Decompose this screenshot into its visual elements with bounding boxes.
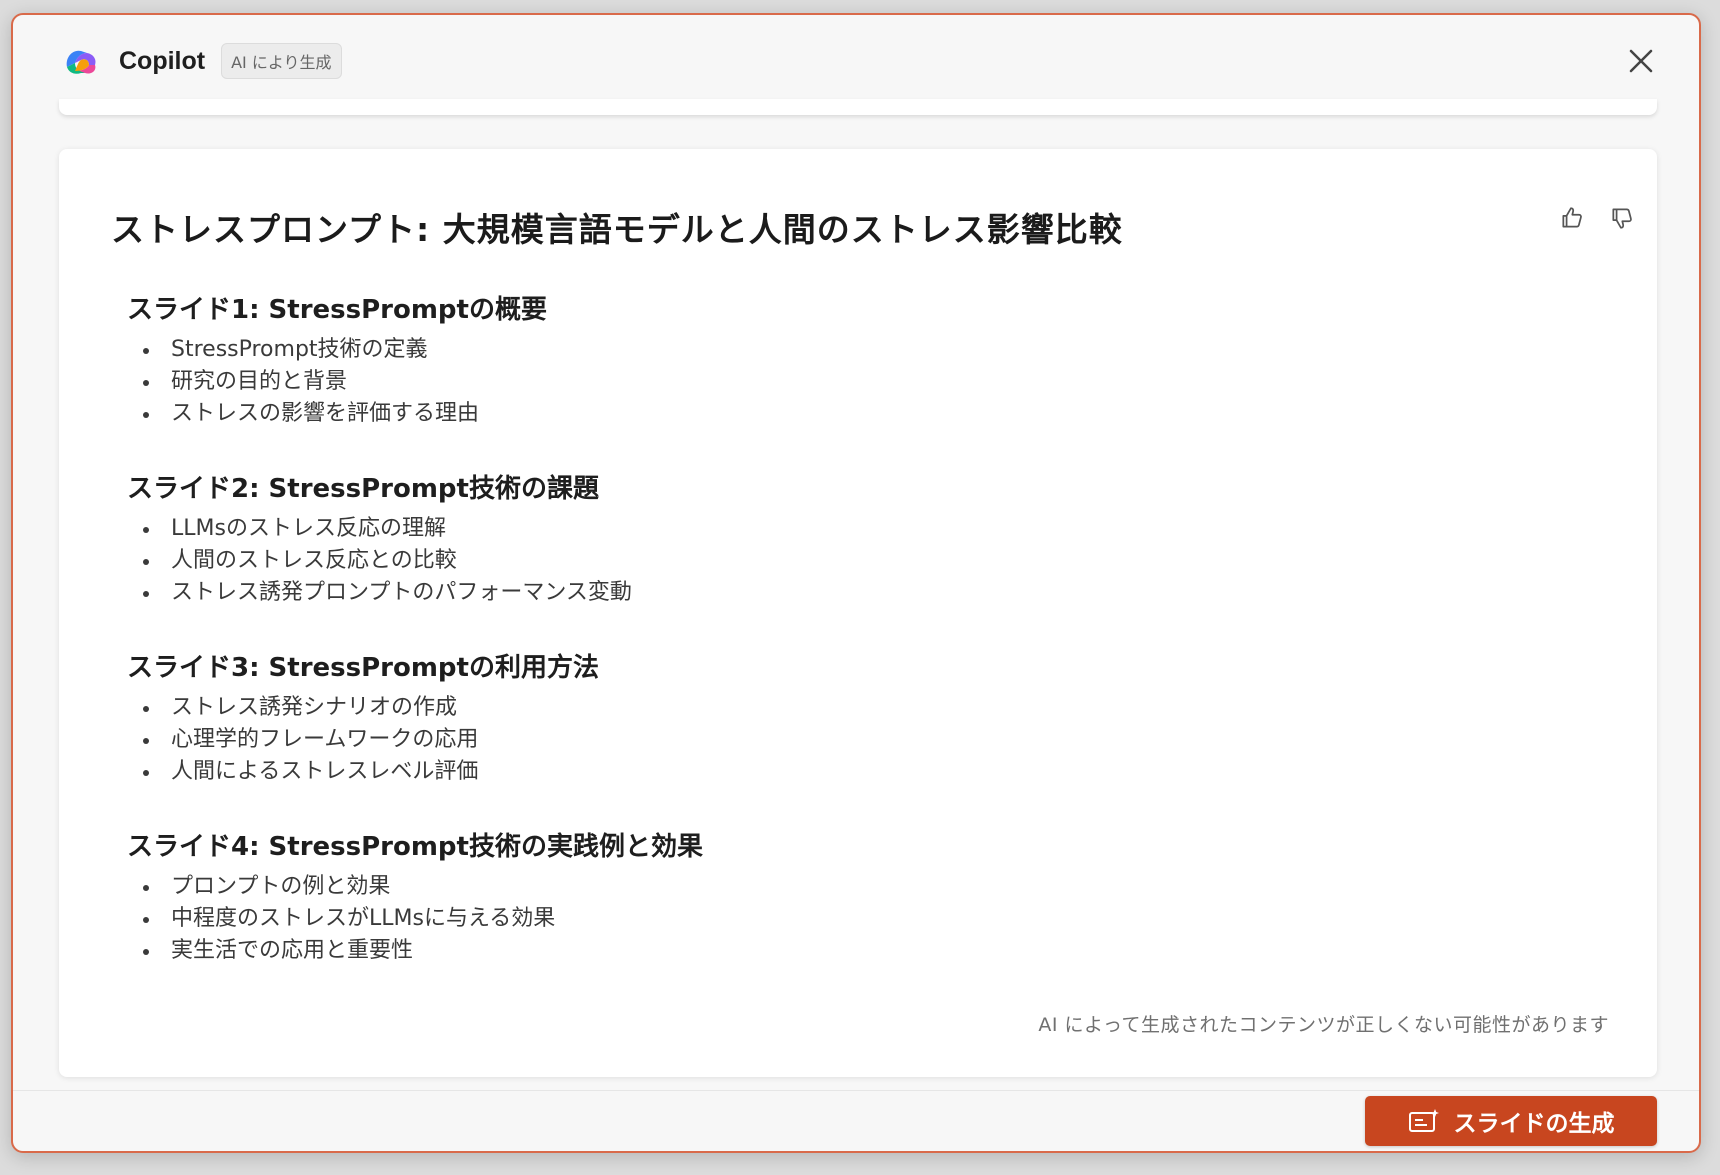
generate-slides-button[interactable]: スライドの生成 bbox=[1365, 1096, 1657, 1146]
thumbs-down-icon bbox=[1612, 208, 1632, 229]
bullet-list: StressPrompt技術の定義 研究の目的と背景 ストレスの影響を評価する理… bbox=[127, 334, 1527, 430]
slide-section: スライド3: StressPromptの利用方法 ストレス誘発シナリオの作成 心… bbox=[127, 647, 1527, 788]
bullet-item: 心理学的フレームワークの応用 bbox=[141, 724, 1527, 756]
slide-heading: スライド2: StressPrompt技術の課題 bbox=[127, 474, 599, 504]
bullet-item: StressPrompt技術の定義 bbox=[141, 334, 1527, 366]
slide-outline: スライド1: StressPromptの概要 StressPrompt技術の定義… bbox=[127, 289, 1527, 1005]
bullet-item: ストレス誘発プロンプトのパフォーマンス変動 bbox=[141, 577, 1527, 609]
bullet-item: 人間によるストレスレベル評価 bbox=[141, 756, 1527, 788]
bullet-list: ストレス誘発シナリオの作成 心理学的フレームワークの応用 人間によるストレスレベ… bbox=[127, 692, 1527, 788]
slide-heading: スライド1: StressPromptの概要 bbox=[127, 295, 547, 325]
ai-disclaimer: AI によって生成されたコンテンツが正しくない可能性があります bbox=[1038, 1014, 1609, 1036]
copilot-dialog: Copilot AI により生成 ストレスプロンプト: 大規模言語モデルと人間の… bbox=[11, 13, 1701, 1153]
header-divider bbox=[59, 99, 1657, 115]
ai-generated-badge: AI により生成 bbox=[221, 43, 342, 79]
slide-section: スライド2: StressPrompt技術の課題 LLMsのストレス反応の理解 … bbox=[127, 468, 1527, 609]
bullet-list: LLMsのストレス反応の理解 人間のストレス反応との比較 ストレス誘発プロンプト… bbox=[127, 513, 1527, 609]
bullet-item: 人間のストレス反応との比較 bbox=[141, 545, 1527, 577]
slide-section: スライド1: StressPromptの概要 StressPrompt技術の定義… bbox=[127, 289, 1527, 430]
bullet-item: 実生活での応用と重要性 bbox=[141, 935, 1527, 967]
slide-sparkle-icon bbox=[1408, 1109, 1439, 1132]
bullet-list: プロンプトの例と効果 中程度のストレスがLLMsに与える効果 実生活での応用と重… bbox=[127, 871, 1527, 967]
bullet-item: ストレス誘発シナリオの作成 bbox=[141, 692, 1527, 724]
slide-heading: スライド4: StressPrompt技術の実践例と効果 bbox=[127, 832, 703, 862]
slide-heading: スライド3: StressPromptの利用方法 bbox=[127, 653, 599, 683]
like-button[interactable] bbox=[1557, 203, 1587, 233]
close-button[interactable] bbox=[1623, 43, 1659, 79]
slide-section: スライド4: StressPrompt技術の実践例と効果 プロンプトの例と効果 … bbox=[127, 826, 1527, 967]
bullet-item: LLMsのストレス反応の理解 bbox=[141, 513, 1527, 545]
dialog-header: Copilot AI により生成 bbox=[13, 15, 1699, 107]
feedback-buttons bbox=[1557, 203, 1637, 233]
document-title: ストレスプロンプト: 大規模言語モデルと人間のストレス影響比較 bbox=[111, 210, 1123, 249]
copilot-logo-icon bbox=[61, 45, 101, 77]
content-card: ストレスプロンプト: 大規模言語モデルと人間のストレス影響比較 スライド1: S… bbox=[59, 149, 1657, 1077]
generate-slides-label: スライドの生成 bbox=[1453, 1111, 1615, 1137]
footer-divider bbox=[13, 1090, 1699, 1091]
bullet-item: 研究の目的と背景 bbox=[141, 366, 1527, 398]
bullet-item: プロンプトの例と効果 bbox=[141, 871, 1527, 903]
close-icon bbox=[1629, 49, 1653, 73]
bullet-item: 中程度のストレスがLLMsに与える効果 bbox=[141, 903, 1527, 935]
dislike-button[interactable] bbox=[1607, 203, 1637, 233]
bullet-item: ストレスの影響を評価する理由 bbox=[141, 398, 1527, 430]
app-title: Copilot bbox=[119, 46, 206, 75]
thumbs-up-icon bbox=[1562, 207, 1582, 228]
